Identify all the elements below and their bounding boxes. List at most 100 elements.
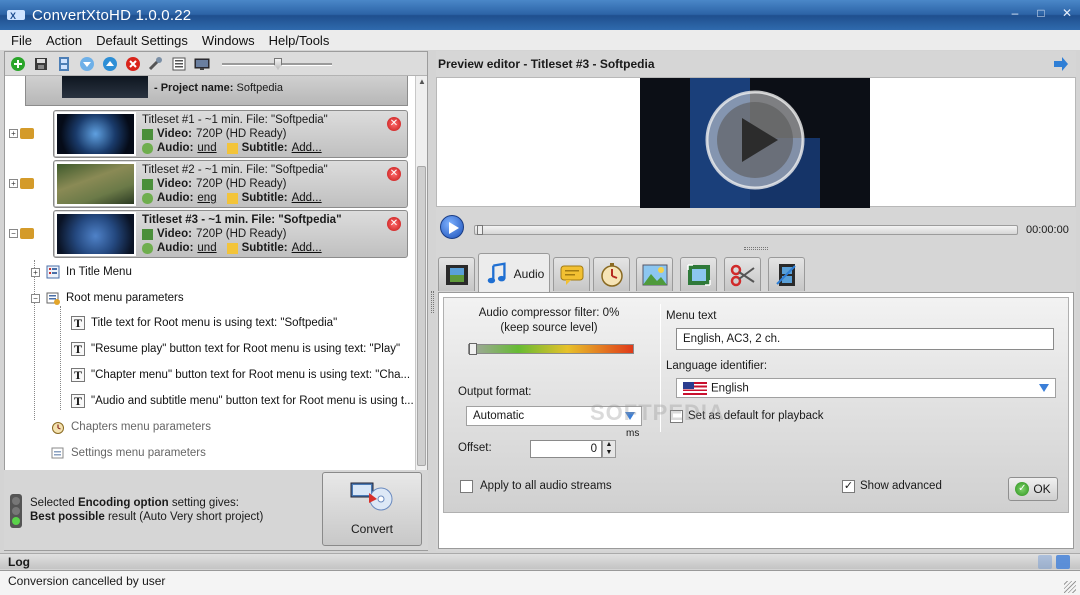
scroll-thumb[interactable] xyxy=(417,166,426,466)
root-item-chapter-menu[interactable]: T "Chapter menu" button text for Root me… xyxy=(71,368,410,382)
film-edit-icon[interactable] xyxy=(55,55,73,73)
titleset-3[interactable]: Titleset #3 - ~1 min. File: "Softpedia" … xyxy=(53,210,408,258)
minimize-button[interactable]: – xyxy=(1008,6,1022,20)
menu-help-tools[interactable]: Help/Tools xyxy=(262,33,337,48)
titleset-3-subtitle-link[interactable]: Add... xyxy=(292,241,322,255)
tab-film-edit[interactable] xyxy=(768,257,805,291)
menu-list-icon xyxy=(46,265,60,279)
titleset-2[interactable]: Titleset #2 - ~1 min. File: "Softpedia" … xyxy=(53,160,408,208)
scroll-up-icon[interactable]: ▲ xyxy=(416,76,428,88)
tab-video[interactable] xyxy=(438,257,475,291)
expand-in-title-menu[interactable]: + xyxy=(31,267,40,277)
menu-default-settings[interactable]: Default Settings xyxy=(89,33,195,48)
titleset-1[interactable]: Titleset #1 - ~1 min. File: "Softpedia" … xyxy=(53,110,408,158)
compressor-knob[interactable] xyxy=(469,343,477,355)
root-item-resume-play[interactable]: T "Resume play" button text for Root men… xyxy=(71,342,400,356)
video-frame[interactable] xyxy=(640,78,870,208)
seek-knob[interactable] xyxy=(477,225,483,235)
tab-subtitle[interactable] xyxy=(553,257,590,291)
root-item-title-text[interactable]: T Title text for Root menu is using text… xyxy=(71,316,337,330)
stopwatch-icon xyxy=(600,262,623,287)
log-up-arrow-icon[interactable] xyxy=(1056,555,1070,569)
delete-icon[interactable] xyxy=(124,55,142,73)
menu-text-input[interactable]: English, AC3, 2 ch. xyxy=(676,328,1054,350)
remove-titleset-3-icon[interactable]: ✕ xyxy=(387,217,401,231)
music-icon xyxy=(142,142,153,154)
tree-chapters-menu[interactable]: Chapters menu parameters xyxy=(51,420,211,434)
convert-button[interactable]: Convert xyxy=(322,472,422,546)
titleset-1-audio-link[interactable]: und xyxy=(197,141,216,155)
remove-titleset-1-icon[interactable]: ✕ xyxy=(387,117,401,131)
titleset-icon xyxy=(20,177,34,189)
show-advanced-checkbox[interactable]: ✓ xyxy=(842,480,855,493)
resize-grip-icon[interactable] xyxy=(1064,581,1076,593)
menu-bar: File Action Default Settings Windows Hel… xyxy=(0,30,1080,50)
offset-input[interactable]: 0 xyxy=(530,440,602,458)
panel-splitter[interactable] xyxy=(429,51,436,551)
project-toolbar xyxy=(5,52,427,76)
zoom-slider-thumb[interactable] xyxy=(274,57,282,70)
softpedia-watermark: SOFTPEDIA xyxy=(590,400,725,425)
speech-bubble-icon xyxy=(560,265,583,285)
root-item-audio-subtitle-menu[interactable]: T "Audio and subtitle menu" button text … xyxy=(71,394,414,408)
expand-titleset-1[interactable]: + xyxy=(9,128,18,138)
menu-windows[interactable]: Windows xyxy=(195,33,262,48)
compressor-slider[interactable] xyxy=(468,343,634,355)
language-select[interactable]: English xyxy=(676,378,1056,398)
apply-all-checkbox[interactable] xyxy=(460,480,473,493)
titleset-2-audio-link[interactable]: eng xyxy=(197,191,216,205)
tab-cut[interactable] xyxy=(724,257,761,291)
log-down-arrow-icon[interactable] xyxy=(1038,555,1052,569)
ok-button[interactable]: ✓ OK xyxy=(1008,477,1058,501)
offset-spin-icon[interactable]: ▲ ▼ xyxy=(602,440,616,458)
menu-action[interactable]: Action xyxy=(39,33,89,48)
tree-root-menu[interactable]: − Root menu parameters xyxy=(31,291,184,305)
log-panel: Conversion cancelled by user xyxy=(0,570,1080,595)
add-icon[interactable] xyxy=(9,55,27,73)
remove-titleset-2-icon[interactable]: ✕ xyxy=(387,167,401,181)
forward-arrow-icon[interactable] xyxy=(1052,55,1070,73)
tree-in-title-menu[interactable]: + In Title Menu xyxy=(31,265,132,279)
save-icon[interactable] xyxy=(32,55,50,73)
tree-scrollbar[interactable]: ▲ ▼ xyxy=(415,76,427,516)
titleset-1-video: 720P (HD Ready) xyxy=(195,128,287,140)
seek-bar[interactable] xyxy=(474,225,1018,235)
close-window-button[interactable]: ✕ xyxy=(1060,6,1074,20)
text-icon: T xyxy=(71,342,85,356)
maximize-button[interactable]: □ xyxy=(1034,6,1048,20)
tree-settings-menu[interactable]: Settings menu parameters xyxy=(51,446,206,460)
tab-chapters[interactable] xyxy=(593,257,630,291)
project-thumbnail xyxy=(62,76,148,98)
titleset-1-subtitle-link[interactable]: Add... xyxy=(292,141,322,155)
tab-background[interactable] xyxy=(636,257,673,291)
film-icon xyxy=(142,228,153,240)
titleset-2-subtitle-link[interactable]: Add... xyxy=(292,191,322,205)
preview-area xyxy=(436,77,1076,208)
move-up-icon[interactable] xyxy=(101,55,119,73)
project-node[interactable]: - Project name: Softpedia xyxy=(25,76,408,106)
move-down-icon[interactable] xyxy=(78,55,96,73)
titleset-icon xyxy=(20,127,34,139)
titleset-1-thumbnail xyxy=(55,112,136,156)
play-icon[interactable] xyxy=(440,215,464,239)
zoom-slider[interactable] xyxy=(222,57,332,70)
expand-titleset-2[interactable]: + xyxy=(9,178,18,188)
resize-gripper[interactable] xyxy=(744,247,768,250)
titleset-3-audio-link[interactable]: und xyxy=(197,241,216,255)
compressor-label: Audio compressor filter: 0% (keep source… xyxy=(478,307,620,334)
collapse-titleset-3[interactable]: − xyxy=(9,228,18,238)
titleset-2-header: Titleset #2 - ~1 min. File: "Softpedia" xyxy=(142,164,328,176)
tab-resize[interactable] xyxy=(680,257,717,291)
menu-file[interactable]: File xyxy=(4,33,39,48)
collapse-root-menu[interactable]: − xyxy=(31,293,40,303)
audio-settings-panel: Audio compressor filter: 0% (keep source… xyxy=(438,292,1074,549)
output-format-label: Output format: xyxy=(458,386,532,398)
tab-audio[interactable]: Audio xyxy=(478,253,550,293)
monitor-icon[interactable] xyxy=(193,55,211,73)
titleset-1-header: Titleset #1 - ~1 min. File: "Softpedia" xyxy=(142,114,328,126)
properties-icon[interactable] xyxy=(170,55,188,73)
tools-icon[interactable] xyxy=(147,55,165,73)
subtitle-icon xyxy=(226,242,238,254)
convert-icon xyxy=(350,482,393,511)
music-icon xyxy=(142,192,153,204)
